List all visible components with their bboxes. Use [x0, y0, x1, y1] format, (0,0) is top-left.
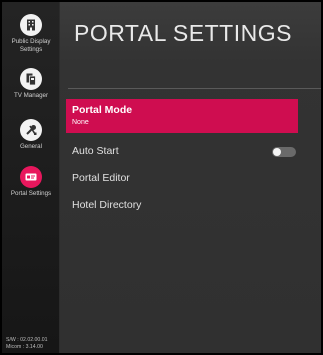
sidebar-item-public-display-settings[interactable]: Public Display Settings	[2, 14, 60, 53]
micom-version: Micom : 3.14.00	[6, 343, 43, 350]
sidebar-item-portal-settings[interactable]: Portal Settings	[2, 166, 60, 198]
hotel-directory-label: Hotel Directory	[72, 199, 142, 211]
menu-item-portal-editor[interactable]: Portal Editor	[66, 172, 298, 186]
menu-item-portal-mode[interactable]: Portal Mode None	[66, 99, 298, 133]
screen-frame: Public Display Settings TV Manager Gener…	[0, 0, 323, 355]
sidebar-item-label: Public Display	[11, 38, 51, 45]
auto-start-toggle[interactable]	[272, 147, 296, 157]
building-icon	[20, 14, 42, 36]
version-info: S/W : 02.02.00.01 Micom : 3.14.00	[6, 337, 48, 350]
sidebar-item-label: TV Manager	[13, 92, 49, 99]
portal-mode-label: Portal Mode	[72, 104, 133, 116]
sidebar-item-label: Portal Settings	[10, 190, 52, 197]
sidebar-item-tv-manager[interactable]: TV Manager	[2, 68, 60, 100]
sidebar: Public Display Settings TV Manager Gener…	[2, 2, 60, 353]
sidebar-item-label: Settings	[19, 45, 43, 53]
page-title: PORTAL SETTINGS	[74, 20, 292, 46]
title-divider	[68, 88, 321, 89]
portal-editor-label: Portal Editor	[72, 172, 130, 184]
tv-manager-icon	[20, 68, 42, 90]
main-panel: PORTAL SETTINGS Portal Mode None Auto St…	[60, 2, 321, 353]
tools-icon	[20, 119, 42, 141]
portal-mode-value: None	[72, 119, 89, 126]
sidebar-item-general[interactable]: General	[2, 119, 60, 151]
portal-icon	[20, 166, 42, 188]
sidebar-item-label: General	[19, 143, 42, 150]
auto-start-label: Auto Start	[72, 145, 119, 157]
menu-item-auto-start[interactable]: Auto Start	[66, 145, 298, 159]
toggle-knob	[273, 148, 281, 156]
software-version: S/W : 02.02.00.01	[6, 337, 48, 343]
menu-item-hotel-directory[interactable]: Hotel Directory	[66, 199, 298, 213]
